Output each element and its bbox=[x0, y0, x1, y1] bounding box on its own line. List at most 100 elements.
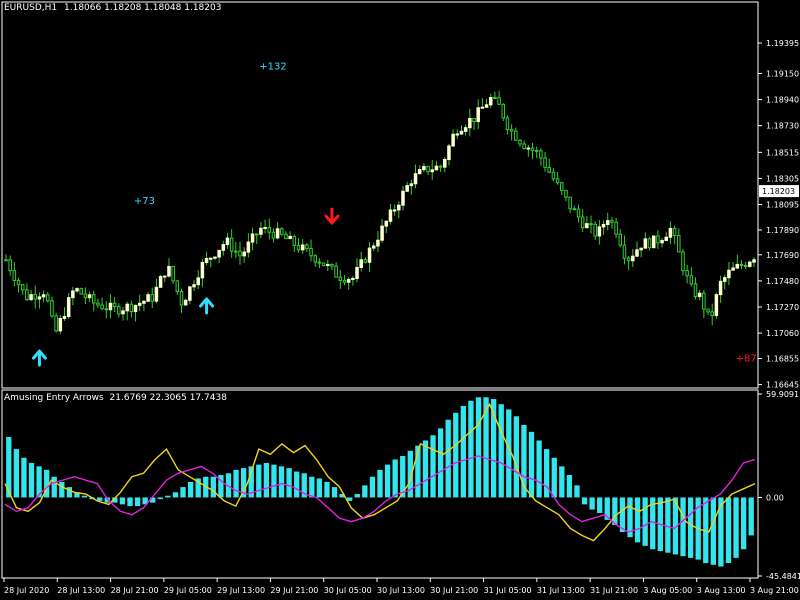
candle-body bbox=[146, 294, 150, 302]
histogram-bar bbox=[581, 497, 588, 505]
candle-body bbox=[41, 294, 46, 298]
candle-body bbox=[497, 97, 501, 105]
candle-body bbox=[660, 239, 664, 244]
histogram-bar bbox=[589, 497, 595, 510]
histogram-bar bbox=[354, 494, 360, 498]
candle-body bbox=[50, 300, 54, 317]
histogram-bar bbox=[483, 397, 489, 498]
candle-body bbox=[664, 236, 668, 241]
candle-body bbox=[689, 275, 694, 285]
histogram-bar bbox=[294, 471, 300, 498]
candle-body bbox=[468, 118, 472, 129]
candle-body bbox=[158, 276, 163, 288]
price-tick-label: 1.17690 bbox=[766, 251, 799, 260]
candle-body bbox=[213, 256, 217, 259]
candle-body bbox=[259, 227, 263, 235]
candle-body bbox=[117, 306, 121, 315]
candle-body bbox=[192, 284, 196, 288]
candle-body bbox=[572, 208, 577, 211]
candle-body bbox=[455, 133, 460, 136]
candle-body bbox=[488, 97, 493, 106]
price-tick-label: 1.18940 bbox=[766, 96, 799, 105]
candle-body bbox=[681, 251, 685, 272]
time-tick-label: 28 Jul 13:00 bbox=[57, 586, 105, 595]
candle-body bbox=[514, 130, 518, 141]
candle-body bbox=[129, 303, 134, 313]
candle-body bbox=[96, 302, 100, 306]
price-tick-label: 1.18305 bbox=[766, 174, 799, 183]
candle-body bbox=[171, 265, 175, 282]
histogram-bar bbox=[445, 419, 451, 498]
price-tick-label: 1.17270 bbox=[766, 303, 799, 312]
candle-body bbox=[196, 277, 200, 286]
candle-body bbox=[589, 223, 593, 226]
candle-body bbox=[543, 157, 547, 168]
histogram-bar bbox=[81, 495, 88, 498]
candle-body bbox=[71, 290, 75, 299]
histogram-bar bbox=[536, 440, 542, 498]
candle-body bbox=[66, 297, 71, 317]
time-tick-label: 31 Jul 13:00 bbox=[537, 586, 585, 595]
histogram-bar bbox=[309, 476, 315, 498]
histogram-bar bbox=[710, 497, 716, 565]
candle-body bbox=[451, 133, 455, 147]
candle-body bbox=[309, 247, 313, 257]
histogram-bar bbox=[278, 466, 285, 498]
candle-body bbox=[334, 265, 338, 278]
candle-body bbox=[697, 292, 702, 297]
candle-body bbox=[668, 227, 673, 238]
candle-body bbox=[501, 103, 506, 119]
candle-body bbox=[54, 315, 58, 332]
time-tick-label: 29 Jul 05:00 bbox=[164, 586, 212, 595]
candle-body bbox=[188, 286, 192, 301]
histogram-bar bbox=[165, 495, 171, 498]
candle-body bbox=[200, 261, 205, 279]
candle-body bbox=[100, 304, 104, 310]
price-tick-label: 1.16645 bbox=[766, 381, 799, 390]
candle-body bbox=[355, 266, 359, 279]
profit-annotation: +132 bbox=[259, 62, 286, 73]
histogram-bar bbox=[172, 492, 179, 498]
candle-body bbox=[8, 259, 12, 272]
histogram-bar bbox=[377, 469, 383, 498]
histogram-bar bbox=[316, 478, 323, 498]
histogram-bar bbox=[574, 485, 580, 498]
histogram-bar bbox=[21, 457, 27, 498]
candle-body bbox=[351, 277, 355, 280]
time-tick-label: 3 Aug 05:00 bbox=[643, 586, 692, 595]
indicator-header: Amusing Entry Arrows 21.6769 22.3065 17.… bbox=[4, 393, 227, 403]
candle-body bbox=[518, 139, 522, 145]
candle-body bbox=[150, 294, 155, 302]
histogram-bar bbox=[157, 497, 163, 500]
histogram-bar bbox=[233, 469, 239, 498]
histogram-bar bbox=[740, 497, 747, 550]
histogram-bar bbox=[28, 462, 35, 498]
candle-body bbox=[622, 244, 627, 259]
histogram-bar bbox=[437, 428, 444, 498]
candle-body bbox=[534, 149, 539, 152]
candle-body bbox=[631, 255, 635, 262]
candle-body bbox=[254, 233, 259, 236]
candle-body bbox=[459, 130, 464, 135]
histogram-bar bbox=[59, 481, 65, 498]
histogram-bar bbox=[612, 497, 618, 526]
candle-body bbox=[484, 104, 489, 108]
indicator-tick-label: 0.00 bbox=[766, 493, 784, 502]
histogram-bar bbox=[13, 449, 20, 498]
candle-body bbox=[618, 233, 623, 246]
candle-body bbox=[121, 310, 125, 315]
candle-body bbox=[317, 261, 322, 264]
histogram-bar bbox=[119, 497, 126, 505]
candle-body bbox=[605, 220, 610, 225]
candle-body bbox=[564, 189, 568, 198]
candle-body bbox=[434, 165, 439, 171]
time-tick-label: 31 Jul 05:00 bbox=[484, 586, 532, 595]
time-tick-label: 28 Jul 2020 bbox=[4, 586, 49, 595]
candle-body bbox=[338, 276, 343, 281]
histogram-bar bbox=[513, 416, 520, 498]
candle-body bbox=[463, 127, 468, 132]
candle-body bbox=[702, 292, 706, 310]
candle-body bbox=[413, 173, 418, 185]
candle-body bbox=[576, 208, 581, 218]
candle-body bbox=[392, 209, 397, 212]
